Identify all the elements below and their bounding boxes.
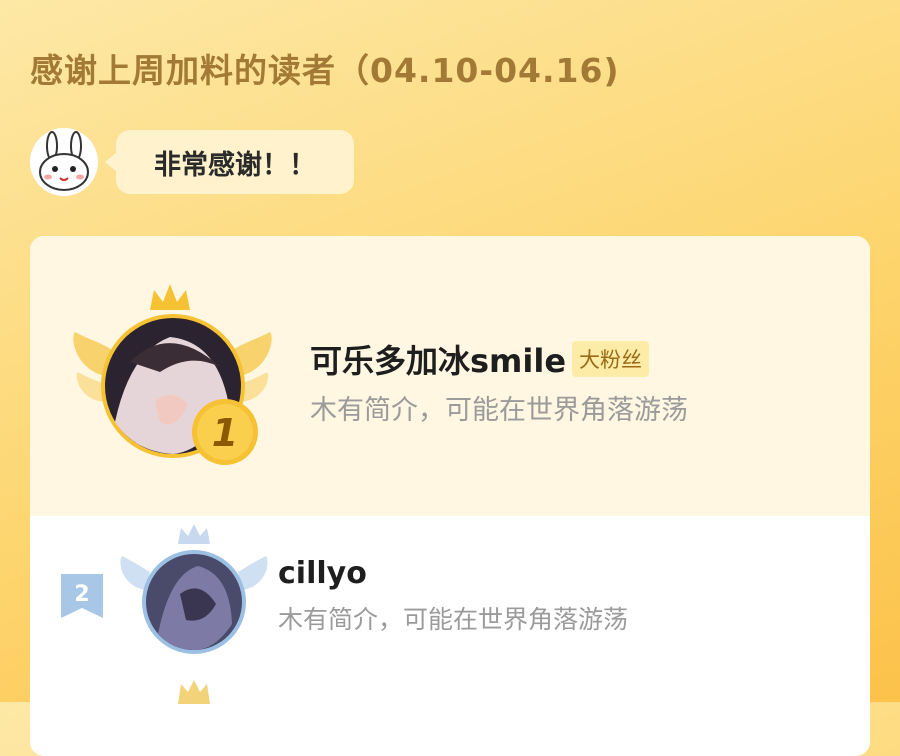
rank1-number: 1 bbox=[212, 411, 238, 455]
rank2-number: 2 bbox=[74, 582, 89, 607]
rank1-name-row[interactable]: 可乐多加冰smile 大粉丝 bbox=[310, 336, 650, 382]
page-title: 感谢上周加料的读者（04.10-04.16) bbox=[30, 51, 620, 90]
rank1-avatar[interactable]: 1 bbox=[70, 282, 275, 467]
rank2-name[interactable]: cillyo bbox=[278, 556, 367, 591]
rank2-avatar[interactable] bbox=[120, 524, 268, 656]
rank2-flag: 2 bbox=[61, 574, 103, 618]
thanks-bubble: 非常感谢！！ bbox=[105, 130, 354, 194]
rank1-description: 木有简介，可能在世界角落游荡 bbox=[310, 395, 688, 426]
fan-badge: 大粉丝 bbox=[572, 341, 650, 377]
bunny-avatar-icon bbox=[30, 128, 98, 196]
rank1-name[interactable]: 可乐多加冰smile bbox=[310, 336, 566, 382]
rank2-description: 木有简介，可能在世界角落游荡 bbox=[278, 605, 629, 634]
